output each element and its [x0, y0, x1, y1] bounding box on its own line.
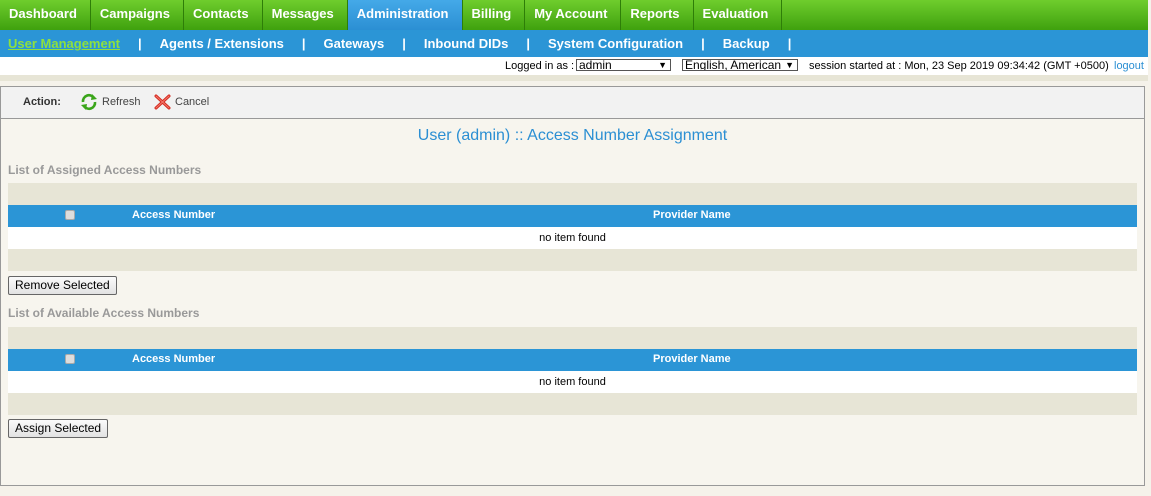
session-started-text: session started at : Mon, 23 Sep 2019 09…	[809, 60, 1109, 72]
subnav-system-configuration[interactable]: System Configuration	[548, 36, 683, 51]
cancel-button[interactable]: Cancel	[153, 93, 209, 111]
subnav-user-management[interactable]: User Management	[8, 36, 120, 51]
subnav-inbound-dids[interactable]: Inbound DIDs	[424, 36, 509, 51]
main-panel: Action: Refresh Cancel User (admin) :: A…	[0, 86, 1145, 486]
available-empty-row: no item found	[8, 371, 1137, 393]
tab-messages[interactable]: Messages	[263, 0, 348, 30]
user-select-value: admin	[579, 59, 612, 71]
tab-dashboard[interactable]: Dashboard	[0, 0, 91, 30]
column-header-provider-name[interactable]: Provider Name	[653, 353, 731, 365]
assigned-table-toolbar	[8, 183, 1137, 205]
logout-link[interactable]: logout	[1114, 60, 1144, 72]
column-header-access-number[interactable]: Access Number	[132, 353, 215, 365]
available-section-title: List of Available Access Numbers	[8, 306, 200, 320]
tab-campaigns[interactable]: Campaigns	[91, 0, 184, 30]
assign-selected-button[interactable]: Assign Selected	[8, 419, 109, 438]
tab-my-account[interactable]: My Account	[525, 0, 622, 30]
logged-in-label: Logged in as :	[505, 60, 575, 72]
subnav-separator: |	[701, 36, 705, 51]
column-header-access-number[interactable]: Access Number	[132, 209, 215, 221]
tab-evaluation[interactable]: Evaluation	[694, 0, 783, 30]
column-header-provider-name[interactable]: Provider Name	[653, 209, 731, 221]
page-title: User (admin) :: Access Number Assignment	[417, 127, 728, 144]
action-label: Action:	[23, 96, 61, 108]
dropdown-arrow-icon: ▼	[785, 60, 794, 70]
assigned-empty-row: no item found	[8, 227, 1137, 249]
subnav-separator: |	[787, 36, 792, 51]
subnav-separator: |	[402, 36, 406, 51]
cancel-icon	[154, 94, 171, 110]
available-select-all-checkbox[interactable]	[65, 354, 75, 364]
top-nav: Dashboard Campaigns Contacts Messages Ad…	[0, 0, 1148, 30]
subnav-separator: |	[137, 36, 142, 51]
action-bar: Action: Refresh Cancel	[1, 87, 1144, 119]
language-select[interactable]: English, American ▼	[682, 59, 798, 71]
refresh-icon	[81, 93, 97, 111]
assigned-table-footer	[8, 249, 1137, 271]
subnav-backup[interactable]: Backup	[723, 36, 770, 51]
language-select-value: English, American	[685, 59, 782, 71]
user-select[interactable]: admin ▼	[576, 59, 671, 71]
refresh-label: Refresh	[102, 96, 141, 108]
available-table-footer	[8, 393, 1137, 415]
assigned-select-all-checkbox[interactable]	[65, 210, 75, 220]
available-table-toolbar	[8, 327, 1137, 349]
assigned-section-title: List of Assigned Access Numbers	[8, 163, 202, 177]
subnav-separator: |	[526, 36, 530, 51]
subnav-agents-extensions[interactable]: Agents / Extensions	[160, 36, 284, 51]
subnav-separator: |	[301, 36, 306, 51]
cancel-label: Cancel	[175, 96, 210, 108]
available-table-header: Access Number Provider Name	[8, 349, 1137, 371]
remove-selected-button[interactable]: Remove Selected	[8, 276, 117, 295]
session-bar: Logged in as : admin ▼ English, American…	[0, 57, 1148, 75]
subnav-gateways[interactable]: Gateways	[324, 36, 385, 51]
sub-nav: User Management | Agents / Extensions | …	[0, 30, 1148, 57]
tab-billing[interactable]: Billing	[463, 0, 526, 30]
tab-administration[interactable]: Administration	[347, 0, 463, 30]
tab-contacts[interactable]: Contacts	[184, 0, 263, 30]
refresh-button[interactable]: Refresh	[79, 93, 141, 111]
dropdown-arrow-icon: ▼	[658, 60, 667, 70]
divider	[0, 75, 1148, 81]
tab-reports[interactable]: Reports	[621, 0, 694, 30]
assigned-table-header: Access Number Provider Name	[8, 205, 1137, 227]
